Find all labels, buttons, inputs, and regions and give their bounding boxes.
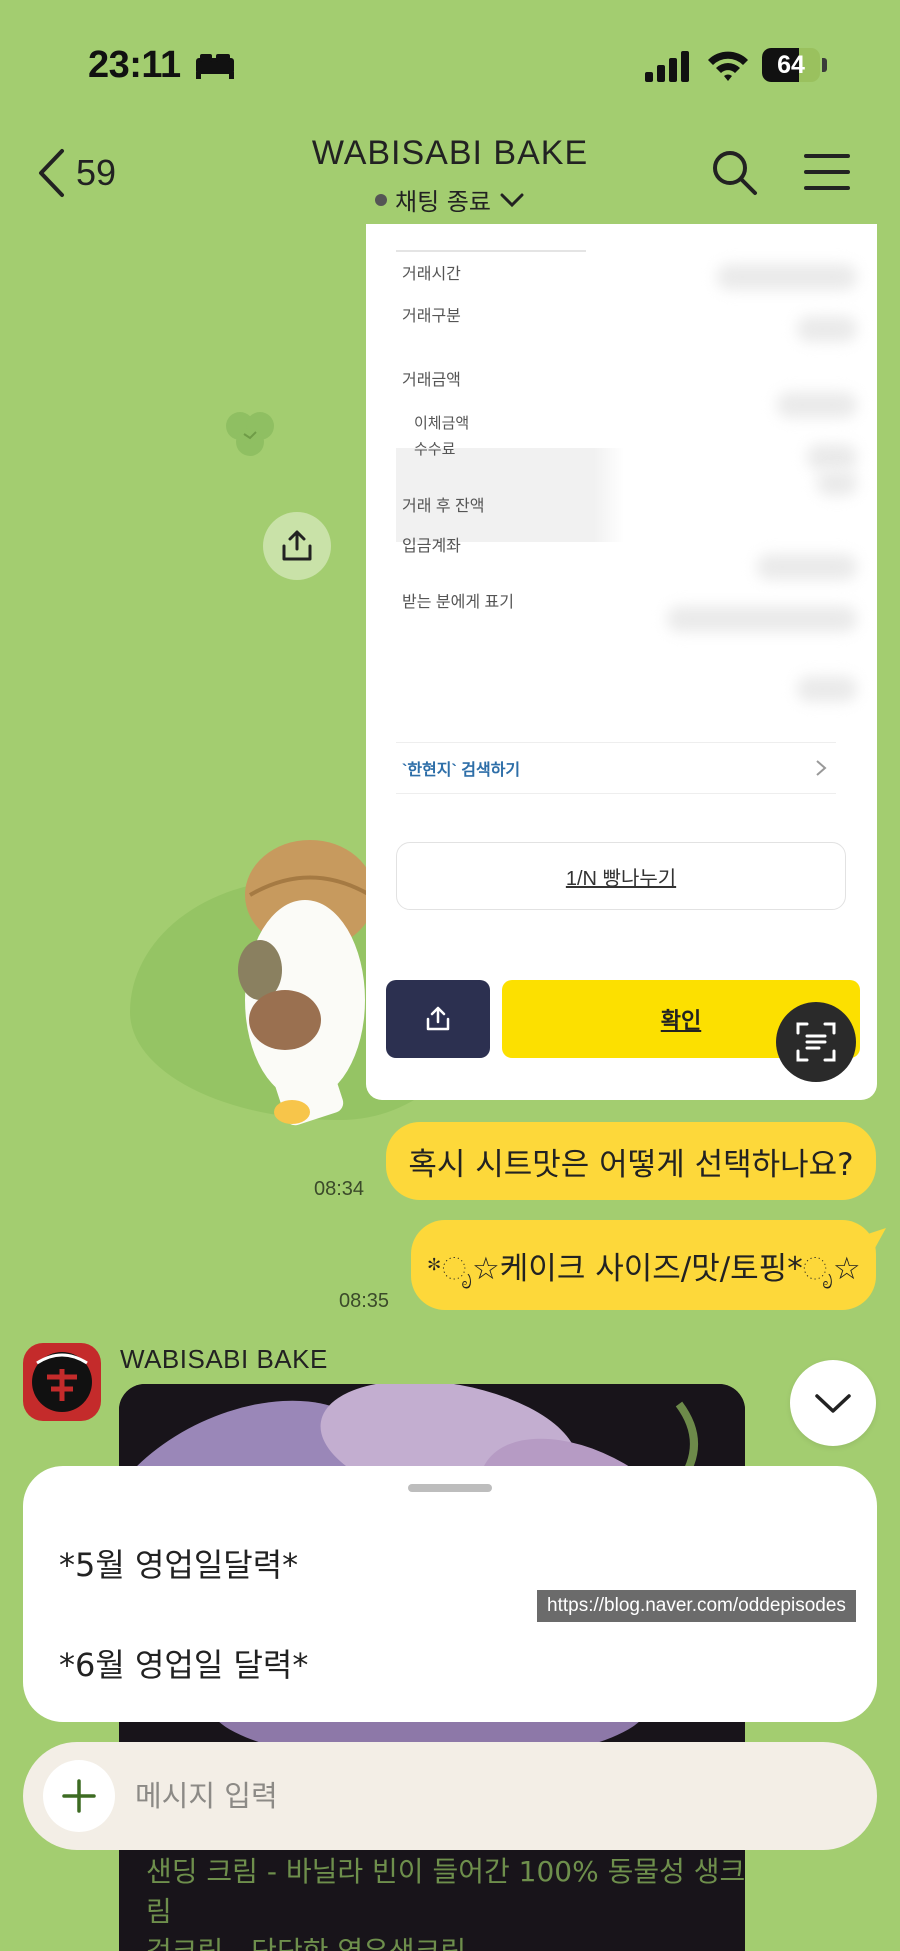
wifi-icon xyxy=(708,51,748,81)
message-bubble[interactable]: *ೃ☆케이크 사이즈/맛/토핑*ೃ☆ xyxy=(411,1220,876,1310)
signal-icon xyxy=(645,51,689,82)
battery-icon: 64 xyxy=(762,48,820,82)
text-scan-button[interactable] xyxy=(776,1002,856,1082)
sender-name: WABISABI BAKE xyxy=(120,1344,328,1374)
sheet-drag-handle[interactable] xyxy=(408,1484,492,1492)
message-text-preview: 샌딩 크림 - 바닐라 빈이 들어간 100% 동물성 생크림 겉크림 - 단단… xyxy=(146,1855,746,1951)
confirm-label: 확인 xyxy=(660,1008,702,1033)
receipt-share-button[interactable] xyxy=(386,980,490,1058)
battery-nub xyxy=(822,58,827,72)
split-bill-label: 1/N 빵나누기 xyxy=(565,867,677,890)
text-scan-icon xyxy=(796,1022,836,1062)
receipt-row-label: 수수료 xyxy=(414,441,456,458)
share-message-button[interactable] xyxy=(263,512,331,580)
status-dot xyxy=(375,193,388,206)
clover-sticker-icon xyxy=(226,412,274,456)
split-bill-button[interactable]: 1/N 빵나누기 xyxy=(396,842,846,910)
name-search-link[interactable]: `한현지` 검색하기 xyxy=(396,742,836,794)
chat-title: WABISABI BAKE xyxy=(311,134,589,172)
chevron-right-icon xyxy=(816,760,827,776)
message-bubble[interactable]: 혹시 시트맛은 어떻게 선택하나요? xyxy=(386,1122,876,1200)
scroll-to-bottom-button[interactable] xyxy=(790,1360,876,1446)
avatar[interactable] xyxy=(23,1343,101,1421)
message-time: 08:34 xyxy=(314,1178,365,1200)
transfer-receipt-panel: 거래시간 거래구분 거래금액 이체금액 수수료 거래 후 잔액 입금계좌 받는 분에게 표기 … xyxy=(366,224,877,1100)
chat-status-dropdown[interactable]: 채팅 종료 xyxy=(0,182,900,217)
plus-icon xyxy=(62,1779,96,1813)
attach-button[interactable] xyxy=(43,1760,115,1832)
battery-level: 64 xyxy=(777,51,805,79)
receipt-row-label: 거래시간 xyxy=(402,266,461,283)
receipt-row-label: 거래 후 잔액 xyxy=(402,498,485,515)
search-link-label: `한현지` 검색하기 xyxy=(402,762,521,779)
chevron-down-icon xyxy=(500,193,524,207)
notice-item[interactable]: *5월 영업일달력* xyxy=(59,1540,298,1586)
message-input-bar xyxy=(23,1742,877,1850)
notice-item[interactable]: *6월 영업일 달력* xyxy=(59,1640,308,1686)
receipt-row-label: 받는 분에게 표기 xyxy=(402,594,514,611)
search-icon[interactable] xyxy=(710,148,758,196)
message-input[interactable] xyxy=(135,1772,835,1820)
receipt-row-label: 입금계좌 xyxy=(402,538,461,555)
receipt-row-label: 거래구분 xyxy=(402,308,461,325)
message-time: 08:35 xyxy=(339,1290,390,1312)
upload-share-icon xyxy=(282,530,312,561)
receipt-row-label: 거래금액 xyxy=(402,372,461,389)
blog-watermark: https://blog.naver.com/oddepisodes xyxy=(537,1590,856,1622)
upload-share-icon xyxy=(426,1006,450,1031)
chat-status-label: 채팅 종료 xyxy=(395,188,491,216)
bed-icon xyxy=(196,54,234,79)
receipt-row-label: 이체금액 xyxy=(414,415,470,432)
chevron-down-icon xyxy=(815,1394,851,1413)
hamburger-menu-icon[interactable] xyxy=(804,152,850,192)
status-time: 23:11 xyxy=(88,44,181,86)
bakery-logo-icon xyxy=(32,1352,92,1412)
